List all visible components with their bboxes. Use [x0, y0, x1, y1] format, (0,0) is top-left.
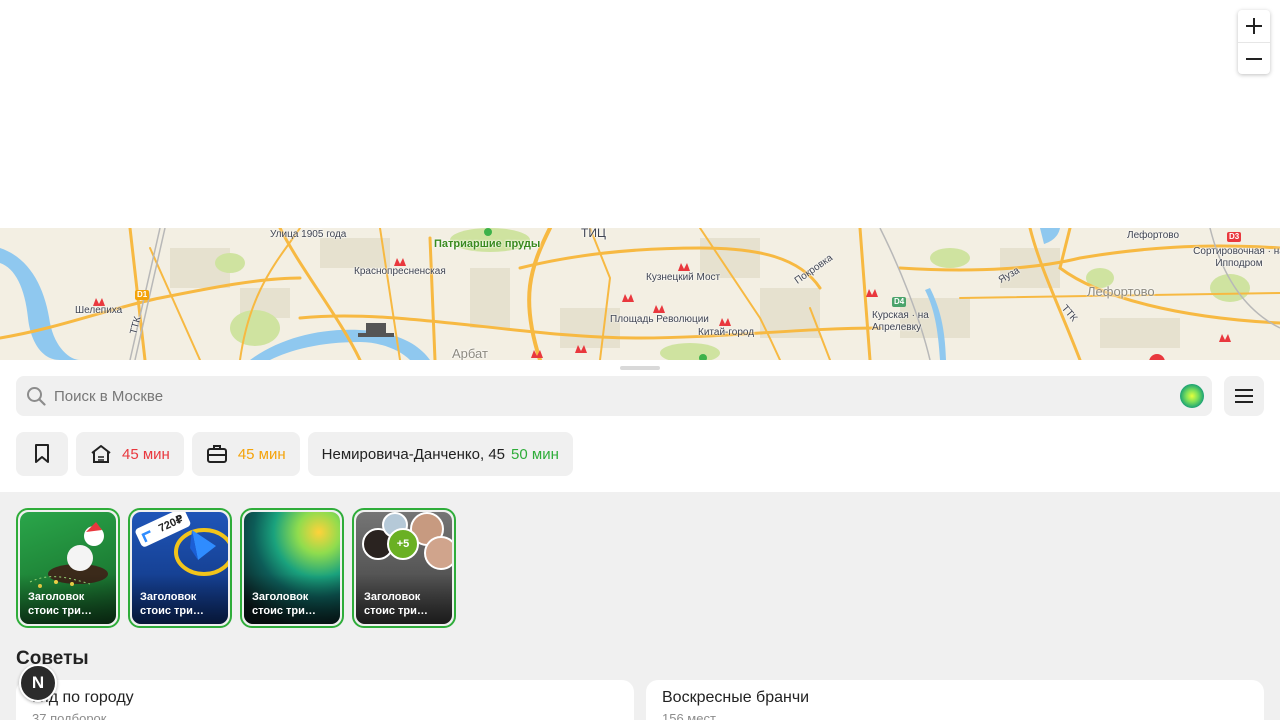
story-title: Заголовок стоис три… — [252, 591, 316, 617]
map-badge-d1: D1 — [135, 290, 150, 300]
address-label: Немировича-Данченко, 45 — [321, 445, 506, 463]
map-label-station: Лефортово — [1127, 230, 1180, 241]
map-badge-d4: D4 — [892, 297, 907, 307]
app-root: Улица 1905 года Патриаршие пруды Красноп… — [0, 0, 1280, 720]
card-subtitle: 37 подборок — [32, 711, 107, 720]
plus-icon — [1246, 18, 1262, 34]
map-label-district: Арбат — [452, 346, 488, 360]
bottom-sheet: 45 мин 45 мин Немировича-Данченко, 45 50… — [0, 360, 1280, 720]
zoom-out-button[interactable] — [1238, 42, 1270, 74]
story-card[interactable]: +5 Заголовок стоис три… — [352, 508, 456, 628]
map-label-station: Шелепиха — [75, 305, 123, 316]
bookmarks-button[interactable] — [16, 432, 68, 476]
quick-chips: 45 мин 45 мин Немировича-Данченко, 45 50… — [16, 432, 573, 476]
map-label-station: Китай-город — [698, 327, 755, 338]
home-travel-time: 45 мин — [122, 445, 170, 463]
story-preview: Заголовок стоис три… — [20, 512, 116, 624]
hamburger-icon — [1235, 389, 1253, 403]
zoom-in-button[interactable] — [1238, 10, 1270, 42]
map-label-station: Площадь Революции — [610, 314, 709, 325]
more-avatars-badge: +5 — [387, 528, 419, 560]
search-input[interactable] — [54, 387, 1134, 405]
story-preview: 720₽ Заголовок стоис три… — [132, 512, 228, 624]
search-icon — [27, 387, 46, 406]
menu-button[interactable] — [1224, 376, 1264, 416]
story-preview: +5 Заголовок стоис три… — [356, 512, 452, 624]
story-title: Заголовок стоис три… — [140, 591, 204, 617]
map-label-station: Курская · на Апрелевку — [872, 310, 929, 333]
story-title: Заголовок стоис три… — [364, 591, 428, 617]
card-subtitle: 156 мест — [662, 711, 716, 720]
map-badge-d3: D3 — [1227, 232, 1242, 242]
map-view[interactable]: Улица 1905 года Патриаршие пруды Красноп… — [0, 228, 1280, 360]
map-label-station: Краснопресненская — [354, 266, 446, 277]
sheet-handle[interactable] — [620, 366, 660, 370]
n-avatar-button[interactable]: N — [19, 664, 57, 702]
story-card[interactable]: Заголовок стоис три… — [16, 508, 120, 628]
work-route-chip[interactable]: 45 мин — [191, 432, 300, 476]
card-title: Гид по городу — [32, 689, 134, 706]
minus-icon — [1246, 57, 1262, 60]
briefcase-icon — [206, 445, 227, 463]
work-travel-time: 45 мин — [237, 445, 286, 463]
bookmark-icon — [35, 444, 49, 463]
tip-card[interactable]: Гид по городу 37 подборок — [16, 680, 634, 720]
address-travel-time: 50 мин — [511, 445, 559, 463]
search-bar[interactable] — [16, 376, 1212, 416]
zoom-control — [1238, 10, 1270, 74]
story-card[interactable]: Заголовок стоис три… — [240, 508, 344, 628]
story-card[interactable]: 720₽ Заголовок стоис три… — [128, 508, 232, 628]
address-route-chip[interactable]: Немировича-Данченко, 45 50 мин — [307, 432, 573, 476]
card-title: Воскресные бранчи — [662, 689, 810, 706]
map-label: Улица 1905 года — [270, 229, 347, 240]
map-label-station: Кузнецкий Мост — [646, 272, 721, 283]
avatar — [424, 536, 452, 570]
home-route-chip[interactable]: 45 мин — [76, 432, 184, 476]
map-label-park: Патриаршие пруды — [434, 238, 541, 250]
feed-area: Заголовок стоис три… 720₽ Заголовок стои… — [0, 492, 1280, 720]
story-preview: Заголовок стоис три… — [244, 512, 340, 624]
story-title: Заголовок стоис три… — [28, 591, 92, 617]
map-label-station: Сортировочная · на Ипподром — [1193, 246, 1280, 269]
home-icon — [91, 445, 111, 463]
tip-card[interactable]: Воскресные бранчи 156 мест — [646, 680, 1264, 720]
map-label-station: ТИЦ — [581, 228, 606, 240]
alice-voice-icon[interactable] — [1180, 384, 1204, 408]
stories-row: Заголовок стоис три… 720₽ Заголовок стои… — [16, 508, 456, 628]
map-label-district: Лефортово — [1087, 284, 1155, 299]
